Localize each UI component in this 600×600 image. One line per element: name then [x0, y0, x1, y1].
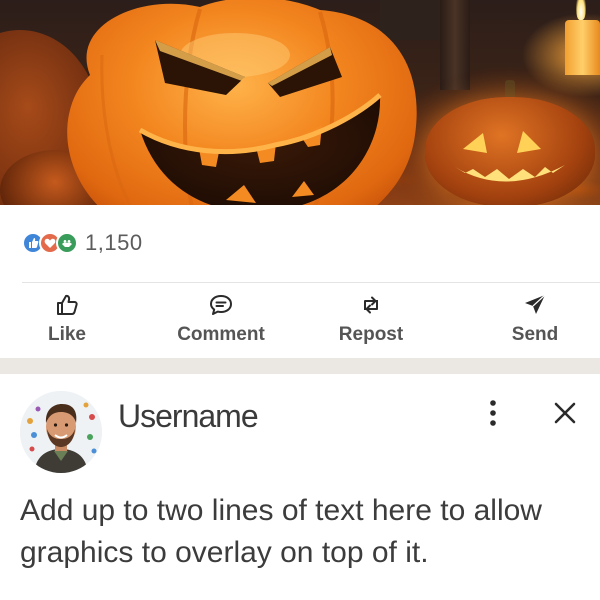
avatar[interactable]: [20, 391, 102, 473]
avatar-photo: [20, 391, 102, 473]
feed-separator: [0, 358, 600, 374]
repost-button[interactable]: Repost: [330, 288, 412, 354]
comment-button[interactable]: Comment: [166, 288, 276, 354]
repost-label: Repost: [338, 324, 404, 345]
close-icon: [554, 402, 576, 424]
comment-bubble-icon: [210, 295, 232, 315]
like-button[interactable]: Like: [35, 288, 99, 354]
divider: [22, 282, 600, 283]
more-vertical-icon: [490, 400, 496, 426]
comment-label: Comment: [177, 324, 265, 345]
like-label: Like: [47, 324, 87, 345]
paper-plane-icon: [525, 294, 546, 314]
candle-flame: [576, 0, 586, 20]
close-button[interactable]: [547, 396, 583, 430]
candle: [565, 20, 600, 75]
jack-o-lantern-face: [455, 131, 565, 182]
thumbs-up-icon: [57, 294, 78, 315]
reaction-icons: [22, 232, 78, 254]
username[interactable]: Username: [118, 398, 259, 435]
send-button[interactable]: Send: [500, 288, 570, 354]
send-label: Send: [511, 324, 559, 345]
reactions-summary[interactable]: 1,150: [22, 229, 143, 257]
repost-arrows-icon: [364, 296, 378, 314]
post-image[interactable]: [0, 0, 600, 205]
post-text: Add up to two lines of text here to allo…: [20, 494, 542, 569]
background-post: [440, 0, 470, 90]
support-reaction-icon: [56, 232, 78, 254]
big-jack-o-lantern-graphic: [67, 0, 417, 205]
reaction-count[interactable]: 1,150: [85, 230, 143, 256]
more-options-button[interactable]: [478, 396, 508, 430]
post-action-bar: Like Comment Repost Send: [0, 288, 600, 358]
